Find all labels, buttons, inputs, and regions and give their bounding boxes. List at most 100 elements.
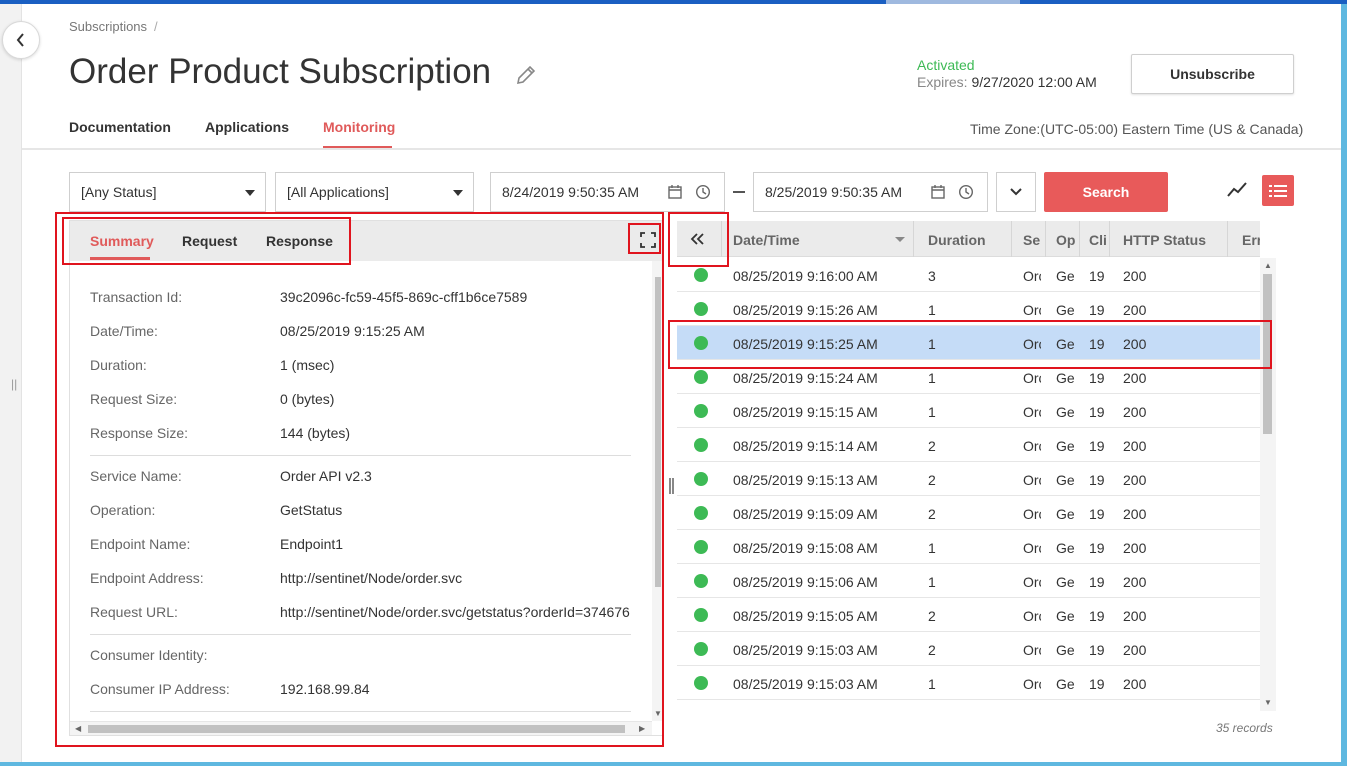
date-from-input[interactable]: 8/24/2019 9:50:35 AM [490,172,725,212]
expires-label: Expires: [917,74,968,90]
status-select-value: [Any Status] [81,184,157,200]
cell-operation: Ge [1056,574,1075,590]
column-header-service[interactable]: Se [1023,232,1041,248]
cell-duration: 2 [928,642,936,658]
expires-value: 9/27/2020 12:00 AM [971,74,1097,90]
cell-operation: Ge [1056,608,1075,624]
application-select-value: [All Applications] [287,184,389,200]
status-ok-icon [694,438,708,452]
column-header-error[interactable]: Err [1242,232,1260,248]
cell-http-status: 200 [1123,370,1147,386]
cell-operation: Ge [1056,540,1075,556]
grid-header: Date/Time Duration Se Op Cli HTTP Status… [677,221,1260,257]
calendar-icon[interactable] [930,184,946,203]
transactions-grid: Date/Time Duration Se Op Cli HTTP Status… [677,221,1277,711]
column-divider [1079,221,1080,257]
line-chart-icon[interactable] [1226,180,1248,203]
panel-splitter-handle[interactable] [669,478,674,494]
annotation-collapse [668,212,729,267]
cell-datetime: 08/25/2019 9:15:13 AM [733,472,878,488]
table-row[interactable]: 08/25/2019 9:15:03 AM 1 Orc Ge 19 200 [677,666,1260,700]
table-row[interactable]: 08/25/2019 9:15:05 AM 2 Orc Ge 19 200 [677,598,1260,632]
column-header-http-status[interactable]: HTTP Status [1123,232,1223,248]
status-ok-icon [694,608,708,622]
cell-client: 19 [1089,608,1105,624]
date-to-input[interactable]: 8/25/2019 9:50:35 AM [753,172,988,212]
timezone-label: Time Zone:(UTC-05:00) Eastern Time (US &… [970,121,1304,137]
cell-datetime: 08/25/2019 9:15:08 AM [733,540,878,556]
column-header-datetime[interactable]: Date/Time [733,232,893,248]
table-row[interactable]: 08/25/2019 9:16:00 AM 3 Orc Ge 19 200 [677,258,1260,292]
top-accent-segment [886,0,1020,4]
breadcrumb-subscriptions-link[interactable]: Subscriptions [69,19,147,34]
cell-service: Orc [1023,540,1041,556]
column-divider [913,221,914,257]
column-header-client[interactable]: Cli [1089,232,1107,248]
unsubscribe-button[interactable]: Unsubscribe [1131,54,1294,94]
cell-duration: 1 [928,574,936,590]
cell-client: 19 [1089,268,1105,284]
scroll-up-arrow-icon[interactable]: ▲ [1264,261,1272,270]
sort-desc-icon[interactable] [895,237,905,242]
clock-icon[interactable] [958,184,974,203]
cell-datetime: 08/25/2019 9:15:06 AM [733,574,878,590]
cell-service: Orc [1023,608,1041,624]
list-icon[interactable] [1262,175,1294,206]
cell-service: Orc [1023,404,1041,420]
table-row[interactable]: 08/25/2019 9:15:15 AM 1 Orc Ge 19 200 [677,394,1260,428]
cell-service: Orc [1023,302,1041,318]
caret-down-icon [245,190,255,196]
rail-grip-icon[interactable]: || [11,377,17,391]
table-row[interactable]: 08/25/2019 9:15:03 AM 2 Orc Ge 19 200 [677,632,1260,666]
cell-duration: 2 [928,438,936,454]
pencil-icon[interactable] [515,64,537,89]
cell-client: 19 [1089,676,1105,692]
cell-datetime: 08/25/2019 9:15:26 AM [733,302,878,318]
cell-service: Orc [1023,676,1041,692]
date-from-value: 8/24/2019 9:50:35 AM [502,184,639,200]
tab-applications[interactable]: Applications [205,119,289,135]
table-row[interactable]: 08/25/2019 9:15:09 AM 2 Orc Ge 19 200 [677,496,1260,530]
calendar-icon[interactable] [667,184,683,203]
window-bottom-edge [0,762,1347,766]
annotation-fullscreen [628,223,661,254]
cell-http-status: 200 [1123,404,1147,420]
column-header-operation[interactable]: Op [1056,232,1076,248]
cell-service: Orc [1023,472,1041,488]
scroll-down-arrow-icon[interactable]: ▼ [1264,698,1272,707]
breadcrumb-separator: / [154,19,158,34]
status-ok-icon [694,642,708,656]
cell-duration: 1 [928,540,936,556]
annotation-selected-row [668,320,1272,369]
cell-operation: Ge [1056,268,1075,284]
annotation-detail-panel [55,212,664,747]
table-row[interactable]: 08/25/2019 9:15:06 AM 1 Orc Ge 19 200 [677,564,1260,598]
cell-duration: 2 [928,506,936,522]
table-row[interactable]: 08/25/2019 9:15:13 AM 2 Orc Ge 19 200 [677,462,1260,496]
top-accent-bar [0,0,1347,4]
cell-http-status: 200 [1123,608,1147,624]
chevron-down-icon [1010,188,1022,196]
column-divider [1045,221,1046,257]
status-select[interactable]: [Any Status] [69,172,266,212]
tab-monitoring[interactable]: Monitoring [323,119,395,135]
advanced-filter-toggle[interactable] [996,172,1036,212]
header-divider [22,148,1341,150]
application-select[interactable]: [All Applications] [275,172,474,212]
back-button[interactable] [2,21,40,59]
tab-documentation[interactable]: Documentation [69,119,171,135]
status-ok-icon [694,268,708,282]
cell-datetime: 08/25/2019 9:16:00 AM [733,268,878,284]
column-header-duration[interactable]: Duration [928,232,998,248]
cell-datetime: 08/25/2019 9:15:05 AM [733,608,878,624]
cell-datetime: 08/25/2019 9:15:09 AM [733,506,878,522]
clock-icon[interactable] [695,184,711,203]
table-row[interactable]: 08/25/2019 9:15:14 AM 2 Orc Ge 19 200 [677,428,1260,462]
cell-operation: Ge [1056,676,1075,692]
cell-duration: 1 [928,676,936,692]
search-button[interactable]: Search [1044,172,1168,212]
cell-operation: Ge [1056,404,1075,420]
breadcrumb: Subscriptions / [69,19,158,34]
cell-service: Orc [1023,438,1041,454]
table-row[interactable]: 08/25/2019 9:15:08 AM 1 Orc Ge 19 200 [677,530,1260,564]
